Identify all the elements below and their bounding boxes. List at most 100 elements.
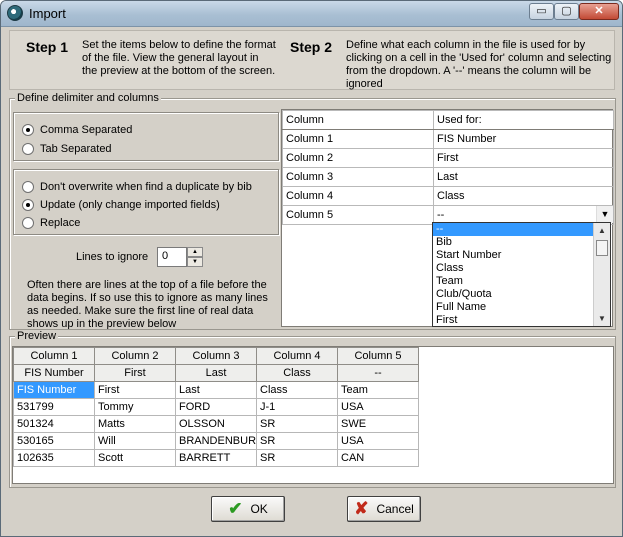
preview-mapped-row: FIS Number First Last Class -- [13, 364, 419, 382]
preview-cell[interactable]: FORD [175, 398, 257, 416]
used-for-header: Used for: [433, 110, 614, 130]
cancel-button[interactable]: ✘ Cancel [347, 496, 421, 522]
preview-row[interactable]: 530165 Will BRANDENBURG SR USA [13, 432, 419, 450]
mapping-row[interactable]: Column 1 FIS Number [282, 129, 614, 149]
used-for-cell[interactable]: First [433, 148, 614, 168]
preview-cell[interactable]: SWE [337, 415, 419, 433]
radio-button-icon[interactable] [22, 199, 34, 211]
scroll-thumb[interactable] [596, 240, 608, 256]
preview-cell[interactable]: Class [256, 381, 338, 399]
radio-button-icon[interactable] [22, 143, 34, 155]
preview-mapped-header: Last [175, 364, 257, 382]
dropdown-option[interactable]: Team [433, 275, 593, 288]
radio-button-icon[interactable] [22, 181, 34, 193]
column-name-cell: Column 1 [282, 129, 434, 149]
preview-cell[interactable]: 501324 [13, 415, 95, 433]
preview-cell[interactable]: SR [256, 432, 338, 450]
used-for-cell[interactable]: Class [433, 186, 614, 206]
ok-button[interactable]: ✔ OK [211, 496, 285, 522]
lines-help-text: Often there are lines at the top of a fi… [27, 279, 268, 329]
maximize-button[interactable]: ▢ [554, 3, 579, 20]
preview-group-label: Preview [15, 330, 59, 342]
radio-label: Replace [40, 217, 81, 229]
minimize-button[interactable]: ▭ [529, 3, 554, 20]
preview-cell[interactable]: BRANDENBURG [175, 432, 257, 450]
preview-cell[interactable]: First [94, 381, 176, 399]
preview-mapped-header: -- [337, 364, 419, 382]
preview-row[interactable]: 531799 Tommy FORD J-1 USA [13, 398, 419, 416]
preview-cell[interactable]: BARRETT [175, 449, 257, 467]
preview-cell[interactable]: 102635 [13, 449, 95, 467]
radio-button-icon[interactable] [22, 124, 34, 136]
dropdown-option[interactable]: Bib [433, 236, 593, 249]
radio-replace[interactable]: Replace [22, 216, 80, 230]
radio-dont-overwrite[interactable]: Don't overwrite when find a duplicate by… [22, 180, 252, 194]
radio-label: Don't overwrite when find a duplicate by… [40, 181, 252, 193]
preview-cell[interactable]: Team [337, 381, 419, 399]
preview-cell[interactable]: USA [337, 432, 419, 450]
radio-update[interactable]: Update (only change imported fields) [22, 198, 220, 212]
ok-label: OK [250, 502, 268, 516]
spin-down-icon[interactable]: ▼ [187, 257, 203, 267]
title-bar[interactable]: Import ▭ ▢ ✕ [1, 1, 622, 27]
lines-to-ignore-input[interactable]: 0 [157, 247, 187, 267]
column-name-cell: Column 2 [282, 148, 434, 168]
preview-grid[interactable]: Column 1 Column 2 Column 3 Column 4 Colu… [12, 346, 614, 484]
mapping-row[interactable]: Column 3 Last [282, 167, 614, 187]
preview-cell[interactable]: OLSSON [175, 415, 257, 433]
scroll-down-icon[interactable]: ▼ [594, 311, 610, 326]
preview-cell[interactable]: Matts [94, 415, 176, 433]
preview-cell[interactable]: 530165 [13, 432, 95, 450]
cancel-label: Cancel [376, 502, 414, 516]
radio-label: Tab Separated [40, 143, 112, 155]
preview-cell[interactable]: J-1 [256, 398, 338, 416]
preview-column-header: Column 4 [256, 347, 338, 365]
preview-header-row: Column 1 Column 2 Column 3 Column 4 Colu… [13, 347, 419, 365]
dropdown-option[interactable]: Class [433, 262, 593, 275]
preview-column-header: Column 1 [13, 347, 95, 365]
close-button[interactable]: ✕ [579, 3, 619, 20]
radio-tab-separated[interactable]: Tab Separated [22, 142, 112, 156]
radio-comma-separated[interactable]: Comma Separated [22, 123, 132, 137]
chevron-down-icon[interactable]: ▼ [596, 206, 613, 223]
preview-column-header: Column 3 [175, 347, 257, 365]
dropdown-scrollbar[interactable]: ▲ ▼ [593, 223, 610, 326]
dropdown-option[interactable]: Full Name [433, 301, 593, 314]
radio-button-icon[interactable] [22, 217, 34, 229]
dropdown-option[interactable]: Club/Quota [433, 288, 593, 301]
preview-cell[interactable]: 531799 [13, 398, 95, 416]
preview-cell[interactable]: Last [175, 381, 257, 399]
step2-description: Define what each column in the file is u… [346, 39, 612, 90]
preview-cell[interactable]: Scott [94, 449, 176, 467]
dropdown-option[interactable]: First [433, 314, 593, 326]
instructions-panel: Step 1 Set the items below to define the… [9, 30, 615, 90]
preview-row[interactable]: 102635 Scott BARRETT SR CAN [13, 449, 419, 467]
preview-mapped-header: FIS Number [13, 364, 95, 382]
dropdown-option[interactable]: -- [433, 223, 593, 236]
preview-cell[interactable]: SR [256, 449, 338, 467]
used-for-cell[interactable]: Last [433, 167, 614, 187]
preview-cell[interactable]: FIS Number [13, 381, 95, 399]
preview-cell[interactable]: CAN [337, 449, 419, 467]
mapping-row[interactable]: Column 2 First [282, 148, 614, 168]
preview-cell[interactable]: USA [337, 398, 419, 416]
lines-to-ignore-label: Lines to ignore [76, 251, 149, 263]
mapping-row[interactable]: Column 4 Class [282, 186, 614, 206]
step1-title: Step 1 [26, 39, 69, 55]
scroll-up-icon[interactable]: ▲ [594, 223, 610, 238]
dropdown-option[interactable]: Start Number [433, 249, 593, 262]
spin-up-icon[interactable]: ▲ [187, 247, 203, 257]
preview-row[interactable]: 501324 Matts OLSSON SR SWE [13, 415, 419, 433]
import-window: Import ▭ ▢ ✕ Step 1 Set the items below … [0, 0, 623, 537]
preview-mapped-header: First [94, 364, 176, 382]
preview-cell[interactable]: Will [94, 432, 176, 450]
used-for-dropdown-list[interactable]: -- Bib Start Number Class Team Club/Quot… [432, 222, 611, 327]
preview-column-header: Column 2 [94, 347, 176, 365]
preview-cell[interactable]: Tommy [94, 398, 176, 416]
step1-description: Set the items below to define the format… [82, 39, 276, 77]
used-for-cell[interactable]: FIS Number [433, 129, 614, 149]
window-title: Import [29, 6, 66, 21]
preview-cell[interactable]: SR [256, 415, 338, 433]
preview-row[interactable]: FIS Number First Last Class Team [13, 381, 419, 399]
lines-to-ignore-spinner[interactable]: ▲ ▼ [187, 247, 203, 267]
